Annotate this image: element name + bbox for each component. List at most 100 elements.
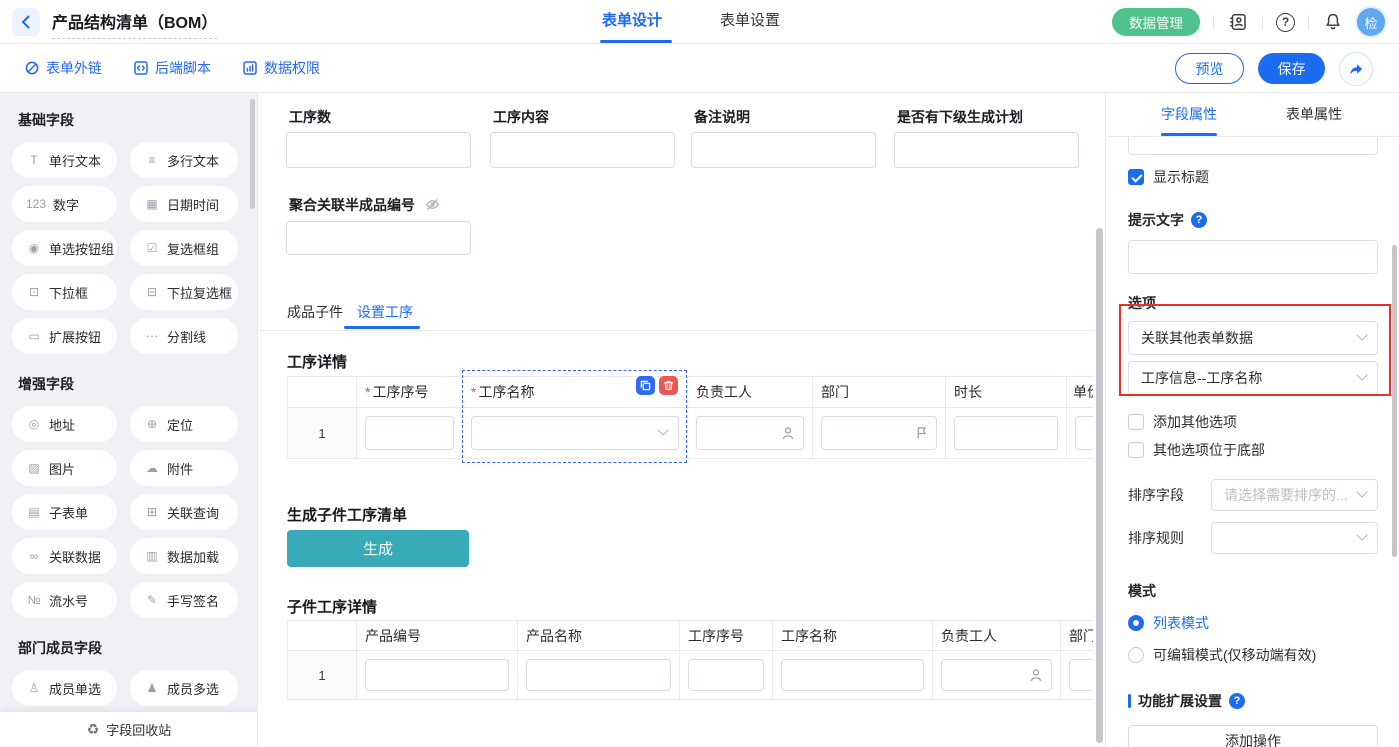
- checkbox-unchecked-icon[interactable]: [1128, 442, 1144, 458]
- external-link-action[interactable]: 表单外链: [24, 58, 102, 78]
- process-name-input[interactable]: [781, 659, 924, 691]
- data-permission-action[interactable]: 数据权限: [242, 58, 320, 78]
- col-header-product-name[interactable]: 产品名称: [518, 621, 680, 651]
- show-title-checkbox-row[interactable]: 显示标题: [1128, 167, 1378, 187]
- field-input-has-sub-plan[interactable]: [894, 132, 1079, 168]
- field-pill-linked-data[interactable]: ∞关联数据: [12, 538, 117, 574]
- col-header-index: [288, 377, 357, 408]
- mode-editable-radio[interactable]: 可编辑模式(仅移动端有效): [1128, 645, 1378, 665]
- canvas-scrollbar[interactable]: [1096, 228, 1103, 743]
- field-pill-multi-select[interactable]: ⊟下拉复选框: [130, 274, 238, 310]
- col-header-process-no[interactable]: 工序序号: [680, 621, 773, 651]
- mode-list-radio[interactable]: 列表模式: [1128, 613, 1378, 633]
- product-code-input[interactable]: [365, 659, 509, 691]
- preview-button[interactable]: 预览: [1175, 53, 1244, 84]
- add-other-option-row[interactable]: 添加其他选项: [1128, 412, 1378, 432]
- hint-text-input[interactable]: [1128, 240, 1378, 274]
- field-input-process-count[interactable]: [286, 132, 471, 168]
- tab-form-design[interactable]: 表单设计: [602, 0, 662, 44]
- field-pill-signature[interactable]: ✎手写签名: [130, 582, 238, 618]
- field-pill-radio-group[interactable]: ◉单选按钮组: [12, 230, 117, 266]
- col-header-department[interactable]: 部门: [813, 377, 946, 408]
- tab-finished-parts[interactable]: 成品子件: [287, 302, 343, 322]
- field-pill-single-text[interactable]: T单行文本: [12, 142, 117, 178]
- data-manage-button[interactable]: 数据管理: [1112, 8, 1200, 36]
- col-header-duration[interactable]: 时长: [946, 377, 1067, 408]
- clipped-input[interactable]: [1128, 137, 1378, 155]
- header-tabs: 表单设计 表单设置: [602, 0, 780, 44]
- checkbox-checked-icon[interactable]: [1128, 169, 1144, 185]
- user-avatar[interactable]: 检: [1357, 8, 1385, 36]
- col-header-department[interactable]: 部门: [1061, 621, 1093, 651]
- field-pill-serial-number[interactable]: №流水号: [12, 582, 117, 618]
- subform-icon: ▤: [26, 505, 42, 519]
- field-pill-extend-button[interactable]: ▭扩展按钮: [12, 318, 117, 354]
- save-button[interactable]: 保存: [1258, 53, 1325, 84]
- field-pill-number[interactable]: 123数字: [12, 186, 117, 222]
- field-pill-address[interactable]: ◎地址: [12, 406, 117, 442]
- checkbox-unchecked-icon[interactable]: [1128, 414, 1144, 430]
- field-pill-subform[interactable]: ▤子表单: [12, 494, 117, 530]
- col-header-worker[interactable]: 负责工人: [688, 377, 813, 408]
- option-source-select[interactable]: 关联其他表单数据: [1128, 321, 1378, 355]
- window-scrollbar[interactable]: [1392, 245, 1397, 557]
- sidebar-scrollbar[interactable]: [250, 99, 255, 209]
- field-pill-data-load[interactable]: ▥数据加载: [130, 538, 238, 574]
- field-pill-image[interactable]: ▨图片: [12, 450, 117, 486]
- backend-script-action[interactable]: 后端脚本: [133, 58, 211, 78]
- col-header-process-name[interactable]: 工序名称: [773, 621, 933, 651]
- process-no-input[interactable]: [688, 659, 764, 691]
- field-pill-linked-query[interactable]: ⊞关联查询: [130, 494, 238, 530]
- back-button[interactable]: [12, 8, 40, 36]
- field-pill-member-single[interactable]: ♙成员单选: [12, 670, 117, 706]
- field-recycle-bin[interactable]: ♻ 字段回收站: [0, 712, 258, 747]
- other-option-bottom-row[interactable]: 其他选项位于底部: [1128, 440, 1378, 460]
- option-field-select[interactable]: 工序信息--工序名称: [1128, 361, 1378, 395]
- tab-field-properties[interactable]: 字段属性: [1161, 93, 1217, 137]
- field-pill-location[interactable]: ⊕定位: [130, 406, 238, 442]
- select-icon: ⊡: [26, 285, 42, 299]
- field-pill-select[interactable]: ⊡下拉框: [12, 274, 117, 310]
- delete-column-button[interactable]: [659, 376, 678, 395]
- field-pill-multi-text[interactable]: ≡多行文本: [130, 142, 238, 178]
- tab-set-process[interactable]: 设置工序: [357, 302, 413, 322]
- department-picker[interactable]: [821, 416, 937, 450]
- col-header-product-code[interactable]: 产品编号: [357, 621, 518, 651]
- worker-picker[interactable]: [941, 659, 1052, 691]
- generate-button[interactable]: 生成: [287, 530, 469, 567]
- help-icon[interactable]: ?: [1229, 693, 1245, 709]
- process-no-input[interactable]: [365, 416, 454, 450]
- form-title[interactable]: 产品结构清单（BOM）: [52, 9, 217, 39]
- field-pill-member-multi[interactable]: ♟成员多选: [130, 670, 238, 706]
- help-icon[interactable]: ?: [1276, 13, 1295, 32]
- department-input[interactable]: [1069, 659, 1093, 691]
- tab-form-settings[interactable]: 表单设置: [720, 0, 780, 44]
- data-load-icon: ▥: [144, 549, 160, 563]
- contacts-icon[interactable]: [1227, 11, 1249, 33]
- share-button[interactable]: [1339, 52, 1373, 86]
- field-pill-datetime[interactable]: ▦日期时间: [130, 186, 238, 222]
- field-input-process-content[interactable]: [490, 132, 675, 168]
- radio-selected-icon[interactable]: [1128, 615, 1144, 631]
- radio-unselected-icon[interactable]: [1128, 647, 1144, 663]
- tab-form-properties[interactable]: 表单属性: [1286, 93, 1342, 137]
- product-name-input[interactable]: [526, 659, 671, 691]
- add-action-button[interactable]: 添加操作: [1128, 725, 1378, 747]
- sort-field-select[interactable]: 请选择需要排序的...: [1211, 479, 1378, 511]
- col-header-worker[interactable]: 负责工人: [933, 621, 1061, 651]
- field-input-remark[interactable]: [691, 132, 876, 168]
- sort-rule-select[interactable]: [1211, 522, 1378, 554]
- worker-picker[interactable]: [696, 416, 804, 450]
- help-icon[interactable]: ?: [1191, 212, 1207, 228]
- process-name-select[interactable]: [471, 416, 679, 450]
- notification-bell-icon[interactable]: [1322, 11, 1344, 33]
- field-input-aggregate-code[interactable]: [286, 221, 471, 255]
- field-pill-divider[interactable]: ⋯分割线: [130, 318, 238, 354]
- field-pill-checkbox-group[interactable]: ☑复选框组: [130, 230, 238, 266]
- col-header-process-no[interactable]: *工序序号: [357, 377, 463, 408]
- field-pill-attachment[interactable]: ☁附件: [130, 450, 238, 486]
- col-header-unit-price[interactable]: 单价: [1067, 377, 1093, 408]
- duration-input[interactable]: [954, 416, 1058, 450]
- unit-price-input[interactable]: [1075, 416, 1093, 450]
- copy-column-button[interactable]: [636, 376, 655, 395]
